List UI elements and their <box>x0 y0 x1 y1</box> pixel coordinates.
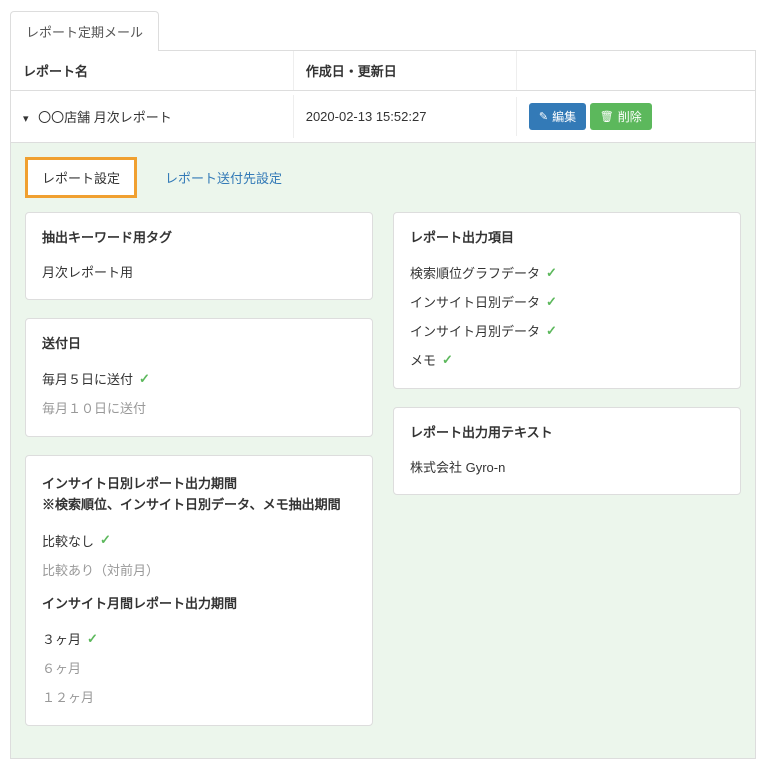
compare-prev-label: 比較あり（対前月） <box>42 560 159 579</box>
delete-button[interactable]: 🗑 削除 <box>590 103 652 130</box>
cell-date: 2020-02-13 15:52:27 <box>294 97 517 136</box>
insight-daily-title: インサイト日別レポート出力期間 ※検索順位、インサイト日別データ、メモ抽出期間 <box>42 474 356 516</box>
card-output-items: レポート出力項目 検索順位グラフデータ ✓ インサイト日別データ ✓ インサイト… <box>393 212 741 389</box>
check-icon: ✓ <box>139 371 150 387</box>
card-insight-period: インサイト日別レポート出力期間 ※検索順位、インサイト日別データ、メモ抽出期間 … <box>25 455 373 726</box>
card-send-day: 送付日 毎月５日に送付 ✓ 毎月１０日に送付 <box>25 318 373 437</box>
check-icon: ✓ <box>442 352 453 368</box>
header-actions <box>517 51 755 90</box>
check-icon: ✓ <box>100 532 111 548</box>
card-keywords: 抽出キーワード用タグ 月次レポート用 <box>25 212 373 300</box>
period-option-12m[interactable]: １２ヶ月 <box>42 682 356 711</box>
check-icon: ✓ <box>87 631 98 647</box>
period-option-3m[interactable]: ３ヶ月 ✓ <box>42 624 356 653</box>
output-item-2[interactable]: インサイト日別データ ✓ <box>410 287 724 316</box>
card-send-day-title: 送付日 <box>42 333 356 352</box>
table-row: ▾ 〇〇店舗 月次レポート 2020-02-13 15:52:27 ✎ 編集 🗑… <box>11 91 755 143</box>
card-keywords-title: 抽出キーワード用タグ <box>42 227 356 246</box>
period-option-6m[interactable]: ６ヶ月 <box>42 653 356 682</box>
header-report-name: レポート名 <box>11 51 294 90</box>
report-table: レポート名 作成日・更新日 ▾ 〇〇店舗 月次レポート 2020-02-13 1… <box>10 51 756 759</box>
chevron-down-icon: ▾ <box>23 112 29 125</box>
edit-button-label: 編集 <box>552 108 576 125</box>
output-item-3-label: インサイト月別データ <box>410 321 540 340</box>
card-output-text-value: 株式会社 Gyro-n <box>410 453 724 480</box>
tab-report-mail[interactable]: レポート定期メール <box>10 11 159 51</box>
sub-tab-settings[interactable]: レポート設定 <box>25 157 137 198</box>
check-icon: ✓ <box>546 323 557 339</box>
report-name-text: 〇〇店舗 月次レポート <box>38 110 172 125</box>
period-12m-label: １２ヶ月 <box>42 687 94 706</box>
card-output-text: レポート出力用テキスト 株式会社 Gyro-n <box>393 407 741 495</box>
cell-report-name[interactable]: ▾ 〇〇店舗 月次レポート <box>11 95 294 138</box>
card-output-text-title: レポート出力用テキスト <box>410 422 724 441</box>
pencil-icon: ✎ <box>539 110 548 123</box>
card-keywords-value: 月次レポート用 <box>42 258 356 285</box>
output-item-3[interactable]: インサイト月別データ ✓ <box>410 316 724 345</box>
compare-option-none[interactable]: 比較なし ✓ <box>42 526 356 555</box>
period-3m-label: ３ヶ月 <box>42 629 81 648</box>
sub-tabs: レポート設定 レポート送付先設定 <box>25 157 741 198</box>
output-item-4[interactable]: メモ ✓ <box>410 345 724 374</box>
output-item-1-label: 検索順位グラフデータ <box>410 263 540 282</box>
trash-icon: 🗑 <box>600 110 614 123</box>
expanded-panel: レポート設定 レポート送付先設定 抽出キーワード用タグ 月次レポート用 送付日 … <box>11 143 755 758</box>
card-output-items-title: レポート出力項目 <box>410 227 724 246</box>
send-day-option-2-label: 毎月１０日に送付 <box>42 398 146 417</box>
output-item-2-label: インサイト日別データ <box>410 292 540 311</box>
table-header-row: レポート名 作成日・更新日 <box>11 51 755 91</box>
output-item-4-label: メモ <box>410 350 436 369</box>
cell-actions: ✎ 編集 🗑 削除 <box>517 91 755 142</box>
compare-option-prev[interactable]: 比較あり（対前月） <box>42 555 356 584</box>
check-icon: ✓ <box>546 265 557 281</box>
period-6m-label: ６ヶ月 <box>42 658 81 677</box>
send-day-option-2[interactable]: 毎月１０日に送付 <box>42 393 356 422</box>
send-day-option-1-label: 毎月５日に送付 <box>42 369 133 388</box>
compare-none-label: 比較なし <box>42 531 94 550</box>
delete-button-label: 削除 <box>618 108 642 125</box>
sub-tab-recipients[interactable]: レポート送付先設定 <box>151 160 296 195</box>
check-icon: ✓ <box>546 294 557 310</box>
insight-monthly-title: インサイト月間レポート出力期間 <box>42 594 356 615</box>
send-day-option-1[interactable]: 毎月５日に送付 ✓ <box>42 364 356 393</box>
output-item-1[interactable]: 検索順位グラフデータ ✓ <box>410 258 724 287</box>
edit-button[interactable]: ✎ 編集 <box>529 103 586 130</box>
header-date: 作成日・更新日 <box>294 51 517 90</box>
